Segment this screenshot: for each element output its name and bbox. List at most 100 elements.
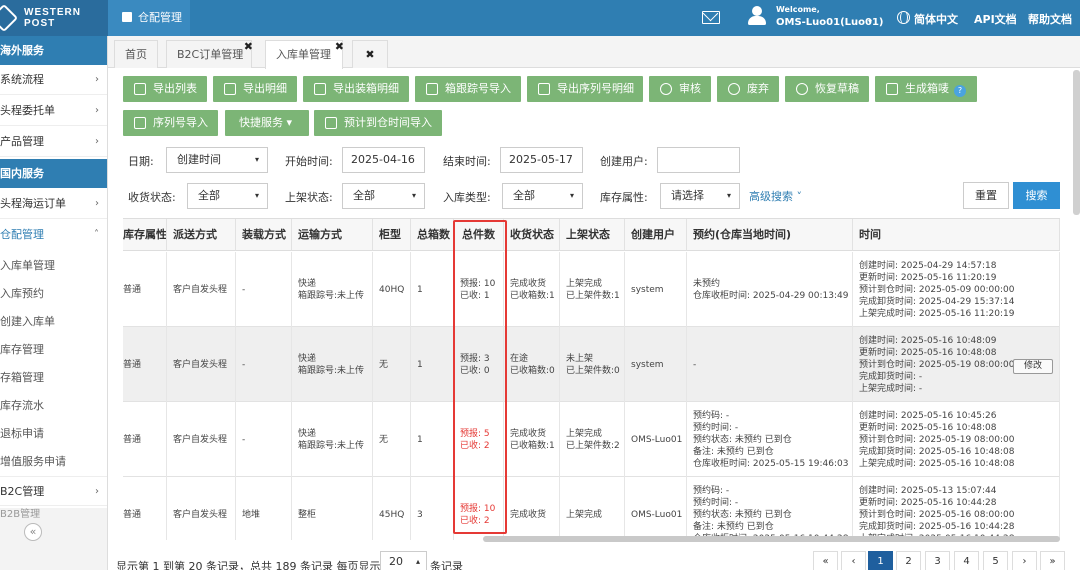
upload-icon (325, 117, 337, 129)
export-packing-button[interactable]: 导出装箱明细 (303, 76, 409, 102)
logo[interactable]: WESTERN POST (0, 0, 108, 36)
column-header[interactable]: 库存属性 (123, 219, 167, 251)
close-all-tabs-button[interactable]: ✖ (352, 40, 388, 68)
vertical-scrollbar[interactable] (1073, 70, 1080, 215)
info-icon[interactable]: ? (954, 85, 966, 97)
last-page-button[interactable]: » (1040, 551, 1065, 570)
module-icon (122, 12, 132, 22)
sidebar-sub-boxes[interactable]: 存箱管理 (0, 364, 107, 392)
column-header[interactable]: 柜型 (373, 219, 411, 251)
module-tab[interactable]: 仓配管理 (108, 0, 190, 36)
sidebar-item-firstleg[interactable]: 头程委托单 › (0, 96, 107, 126)
table-cell-creator: OMS-Luo01 (625, 477, 687, 540)
close-icon[interactable]: ✖ (335, 33, 344, 61)
language-switch[interactable]: 简体中文 (914, 11, 958, 27)
discard-button[interactable]: 废弃 (717, 76, 779, 102)
tab-inbound[interactable]: 入库单管理 ✖ (265, 40, 344, 69)
table-row[interactable]: 普通 客户自发头程 - 快递 箱跟踪号:未上传无 1 预报: 5 已收: 2 完成收货 已收箱数:… (123, 402, 1060, 477)
import-eta-button[interactable]: 预计到仓时间导入 (314, 110, 442, 136)
sidebar-sub-appointment[interactable]: 入库预约 (0, 280, 107, 308)
table-row[interactable]: 普通 客户自发头程 地堆 整柜 45HQ 3 预报: 10 已收: 2 完成收货 上架完成 OMS-… (123, 477, 1060, 540)
mail-icon[interactable] (702, 11, 720, 24)
generate-label-button[interactable]: 生成箱唛? (875, 76, 977, 102)
column-header[interactable]: 上架状态 (560, 219, 625, 251)
sidebar-sub-inventory[interactable]: 库存管理 (0, 336, 107, 364)
stock-attr-select[interactable]: 请选择 ▾ (660, 183, 740, 209)
date-type-select[interactable]: 创建时间 ▾ (166, 147, 268, 173)
inbound-type-select[interactable]: 全部 ▾ (502, 183, 583, 209)
quick-service-button[interactable]: 快捷服务 ▾ (225, 110, 309, 136)
sidebar-item-label: 系统流程 (0, 73, 44, 86)
import-tracking-button[interactable]: 箱跟踪号导入 (415, 76, 521, 102)
sidebar-sub-create[interactable]: 创建入库单 (0, 308, 107, 336)
table-cell-time: 创建时间: 2025-05-16 10:45:26 更新时间: 2025-05-1… (853, 402, 1060, 477)
first-page-button[interactable]: « (813, 551, 838, 570)
column-header[interactable]: 预约(仓库当地时间) (687, 219, 853, 251)
table-cell-creator: system (625, 327, 687, 402)
audit-button[interactable]: 审核 (649, 76, 711, 102)
table-cell-container: 40HQ (373, 252, 411, 327)
start-time-input[interactable]: 2025-04-16 (342, 147, 425, 173)
end-time-input[interactable]: 2025-05-17 (500, 147, 583, 173)
export-list-button[interactable]: 导出列表 (123, 76, 207, 102)
sidebar-item-process[interactable]: 系统流程 › (0, 65, 107, 95)
edit-button[interactable]: 修改 (1013, 359, 1053, 374)
upload-icon (426, 83, 438, 95)
table-cell-stock-attr: 普通 (123, 327, 167, 402)
sidebar-collapse-button[interactable]: « (24, 523, 42, 541)
tab-home[interactable]: 首页 (114, 40, 158, 68)
sidebar-sub-relabel[interactable]: 退标申请 (0, 420, 107, 448)
sidebar-item-b2b[interactable]: B2B管理 (0, 508, 107, 522)
page-1-button[interactable]: 1 (868, 551, 893, 570)
sidebar: 海外服务 系统流程 › 头程委托单 › 产品管理 › 国内服务 头程海运订单 › 仓配管… (0, 36, 108, 570)
cell-line: 创建时间: 2025-05-16 10:48:09 (859, 335, 997, 346)
reset-button[interactable]: 重置 (963, 182, 1009, 209)
page-4-button[interactable]: 4 (954, 551, 979, 570)
import-serial-button[interactable]: 序列号导入 (123, 110, 218, 136)
sidebar-sub-inbound[interactable]: 入库单管理 (0, 252, 107, 280)
help-doc-link[interactable]: 帮助文档 (1028, 11, 1072, 27)
sidebar-sub-valueadd[interactable]: 增值服务申请 (0, 448, 107, 476)
column-header[interactable]: 总箱数 (411, 219, 454, 251)
column-header[interactable]: 运输方式 (292, 219, 373, 251)
advanced-search-link[interactable]: 高级搜索 ˅ (749, 188, 802, 204)
prev-page-button[interactable]: ‹ (841, 551, 866, 570)
receive-status-select[interactable]: 全部 ▾ (187, 183, 268, 209)
column-header[interactable]: 时间 (853, 219, 1060, 251)
page-2-button[interactable]: 2 (896, 551, 921, 570)
sidebar-item-b2c[interactable]: B2C管理 › (0, 476, 107, 506)
page-size-select[interactable]: 20 ▴ (380, 551, 427, 570)
column-header[interactable]: 装载方式 (236, 219, 292, 251)
page-5-button[interactable]: 5 (983, 551, 1008, 570)
sidebar-item-product[interactable]: 产品管理 › (0, 127, 107, 157)
sidebar-section-overseas[interactable]: 海外服务 (0, 36, 107, 65)
api-doc-link[interactable]: API文档 (974, 11, 1017, 27)
caret-down-icon[interactable]: ▾ (868, 17, 872, 26)
cell-line: 客户自发头程 (173, 509, 228, 520)
table-row[interactable]: 普通 客户自发头程 - 快递 箱跟踪号:未上传无 1 预报: 3 已收: 0 在途 已收箱数:0 未… (123, 327, 1060, 402)
table-row[interactable]: 普通 客户自发头程 - 快递 箱跟踪号:未上传 40HQ 1 预报: 10 已收: 1 完成收货已… (123, 252, 1060, 327)
horizontal-scrollbar[interactable] (483, 536, 1060, 542)
page-3-button[interactable]: 3 (925, 551, 950, 570)
sidebar-section-domestic[interactable]: 国内服务 (0, 159, 107, 188)
sidebar-item-seafreight[interactable]: 头程海运订单 › (0, 189, 107, 219)
user-avatar-icon[interactable] (748, 6, 766, 26)
globe-icon[interactable] (897, 10, 910, 24)
tab-b2c-orders[interactable]: B2C订单管理 ✖ (166, 40, 253, 68)
sidebar-item-warehouse[interactable]: 仓配管理 ˄ (0, 220, 107, 250)
creator-input[interactable] (657, 147, 740, 173)
sidebar-sub-flow[interactable]: 库存流水 (0, 392, 107, 420)
cell-line: 已收: 1 (460, 290, 490, 301)
export-serial-button[interactable]: 导出序列号明细 (527, 76, 643, 102)
restore-draft-button[interactable]: 恢复草稿 (785, 76, 869, 102)
export-detail-button[interactable]: 导出明细 (213, 76, 297, 102)
column-header[interactable]: 派送方式 (167, 219, 236, 251)
shelf-status-select[interactable]: 全部 ▾ (342, 183, 425, 209)
column-header[interactable]: 创建用户 (625, 219, 687, 251)
next-page-button[interactable]: › (1012, 551, 1037, 570)
close-icon[interactable]: ✖ (244, 33, 253, 61)
column-header[interactable]: 收货状态 (504, 219, 560, 251)
column-header[interactable]: 总件数 (454, 219, 504, 251)
cell-line: 1 (417, 434, 423, 445)
search-button[interactable]: 搜索 (1013, 182, 1060, 209)
